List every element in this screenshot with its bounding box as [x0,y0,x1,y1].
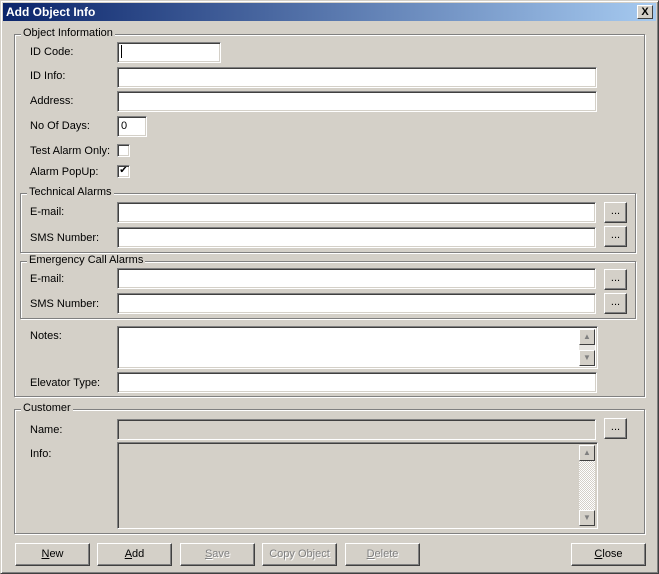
customer-browse-button[interactable]: ... [604,418,627,439]
customer-info-scrollbar[interactable]: ▲ ▼ [579,445,595,526]
technical-sms-browse-button[interactable]: ... [604,226,627,247]
new-button[interactable]: New [15,543,90,566]
technical-email-label: E-mail: [30,206,65,218]
close-button[interactable]: Close [571,543,646,566]
emergency-sms-label: SMS Number: [30,298,100,310]
id-code-label: ID Code: [30,46,74,58]
text-cursor [121,45,122,59]
no-of-days-field[interactable]: 0 [117,116,147,137]
add-button[interactable]: Add [97,543,172,566]
check-mark-icon: ✔ [119,165,128,176]
address-field[interactable] [117,91,597,112]
customer-info-label: Info: [30,448,52,460]
scroll-up-icon[interactable]: ▲ [579,329,595,345]
save-button[interactable]: Save [180,543,255,566]
id-info-field[interactable] [117,67,597,88]
test-alarm-only-label: Test Alarm Only: [30,145,111,157]
id-info-label: ID Info: [30,70,66,82]
customer-legend: Customer [21,402,73,414]
emergency-email-field[interactable] [117,268,596,289]
emergency-call-alarms-legend: Emergency Call Alarms [27,254,146,266]
add-object-info-dialog: Add Object Info X Object Information ID … [0,0,659,574]
scroll-down-icon[interactable]: ▼ [579,350,595,366]
notes-scrollbar[interactable]: ▲ ▼ [579,329,595,366]
notes-textarea[interactable]: ▲ ▼ [117,326,598,369]
scroll-down-icon[interactable]: ▼ [579,510,595,526]
close-window-button[interactable]: X [637,5,653,19]
scroll-up-icon[interactable]: ▲ [579,445,595,461]
address-label: Address: [30,95,74,107]
emergency-email-browse-button[interactable]: ... [604,269,627,290]
emergency-sms-field[interactable] [117,293,596,314]
technical-email-browse-button[interactable]: ... [604,202,627,223]
elevator-type-field[interactable] [117,372,597,393]
object-information-legend: Object Information [21,27,115,39]
customer-info-textarea: ▲ ▼ [117,442,598,529]
technical-email-field[interactable] [117,202,596,223]
customer-name-label: Name: [30,424,63,436]
technical-sms-field[interactable] [117,227,596,248]
alarm-popup-checkbox[interactable]: ✔ [117,165,130,178]
delete-button[interactable]: Delete [345,543,420,566]
id-code-field[interactable] [117,42,221,63]
alarm-popup-label: Alarm PopUp: [30,166,99,178]
no-of-days-label: No Of Days: [30,120,90,132]
title-bar[interactable]: Add Object Info X [3,3,656,21]
emergency-sms-browse-button[interactable]: ... [604,293,627,314]
elevator-type-label: Elevator Type: [30,377,101,389]
window-title: Add Object Info [6,5,96,19]
notes-label: Notes: [30,330,62,342]
emergency-email-label: E-mail: [30,273,65,285]
copy-object-button[interactable]: Copy Object [262,543,337,566]
technical-alarms-legend: Technical Alarms [27,186,114,198]
technical-sms-label: SMS Number: [30,232,100,244]
customer-name-field [117,419,596,440]
test-alarm-only-checkbox[interactable] [117,144,130,157]
